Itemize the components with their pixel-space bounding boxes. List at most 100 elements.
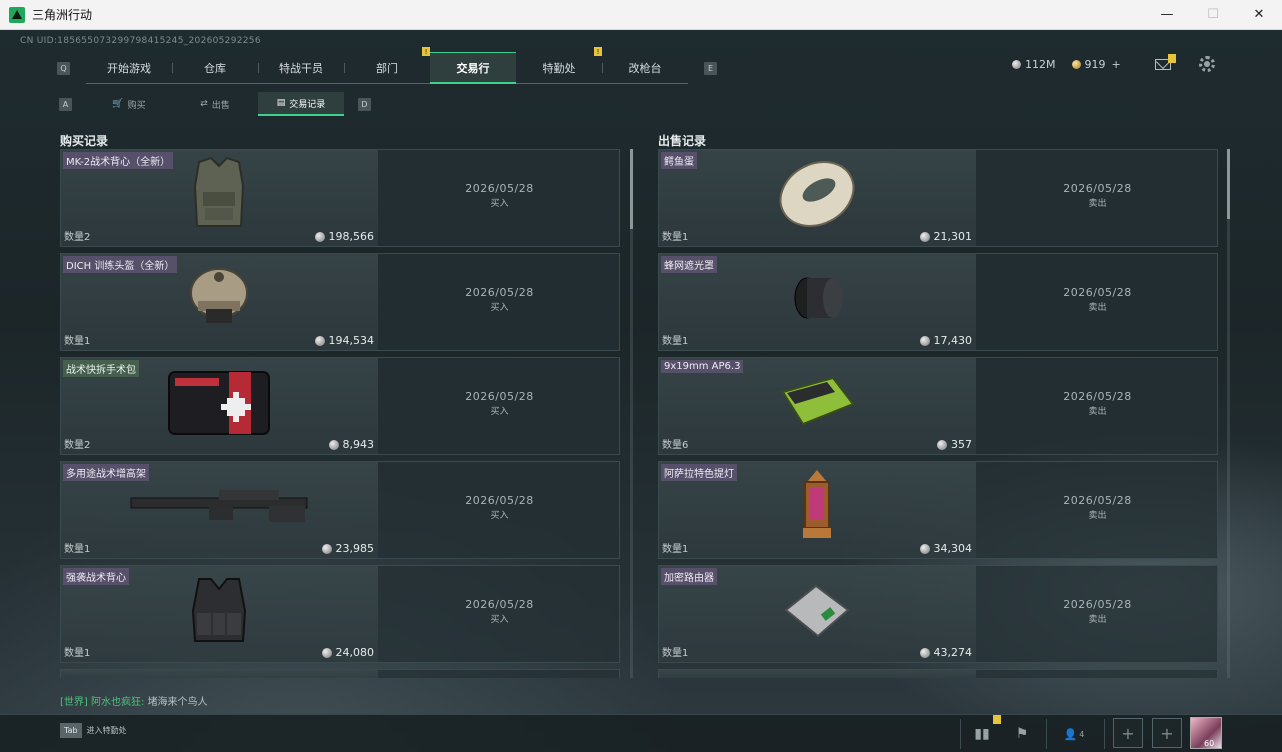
trade-type: 买入 — [490, 615, 509, 625]
item-quantity: 数量1 — [64, 336, 91, 347]
lantern-item-image — [797, 468, 837, 548]
sell-records-title: 出售记录 — [658, 134, 707, 148]
enter-special-ops-hint[interactable]: Tab 进入特勤处 — [60, 723, 127, 738]
rail-item-image — [129, 486, 309, 530]
tab-key-hint: Tab — [60, 723, 82, 738]
subnav-prev-key-hint[interactable]: A — [59, 97, 72, 111]
world-chat-line[interactable]: [世界] 阿水也疯狂: 堵海来个鸟人 — [60, 693, 208, 708]
flag-icon[interactable]: ⚑ — [1006, 719, 1038, 749]
minimize-button[interactable]: — — [1144, 0, 1190, 30]
sell-list-scroll-thumb[interactable] — [1227, 149, 1230, 219]
cart-icon: 🛒 — [112, 99, 124, 109]
close-button[interactable]: ✕ — [1236, 0, 1282, 30]
trade-record-row[interactable]: MK-2战术背心（全新） 数量2 198,566 2026/05/28 买入 — [60, 149, 620, 247]
subnav-next-key-hint[interactable]: D — [358, 97, 371, 111]
trade-subnav: A 🛒 购买 ⇄ 出售 ▤ 交易记录 D — [59, 92, 371, 116]
invite-slot-button[interactable]: + — [1152, 718, 1182, 748]
vest-item-image — [189, 156, 249, 236]
nav-tab[interactable]: 特勤处! — [516, 47, 602, 84]
item-thumbnail-pane — [61, 670, 378, 678]
settings-gear-icon[interactable] — [1199, 56, 1215, 72]
item-price-value: 34,304 — [933, 542, 973, 555]
item-price: 21,301 — [919, 230, 973, 243]
subnav-tab[interactable]: ▤ 交易记录 — [258, 92, 344, 116]
trade-record-row[interactable]: 鳄鱼蛋 数量1 21,301 2026/05/28 卖出 — [658, 149, 1218, 247]
nav-tab-label: 改枪台 — [628, 62, 662, 75]
item-quantity: 数量6 — [662, 440, 689, 451]
nav-tab-label: 特勤处 — [542, 62, 576, 75]
silver-coin-icon — [919, 335, 930, 346]
item-price: 23,985 — [321, 542, 374, 555]
nav-tab[interactable]: 改枪台 — [602, 52, 688, 84]
trade-type: 卖出 — [1088, 199, 1107, 209]
trade-record-row[interactable]: 阿萨拉特色提灯 数量1 34,304 2026/05/28 卖出 — [658, 461, 1218, 559]
trade-record-row[interactable]: 强袭战术背心 数量1 24,080 2026/05/28 买入 — [60, 565, 620, 663]
item-price-value: 357 — [951, 438, 972, 451]
subnav-tab[interactable]: 🛒 购买 — [86, 92, 172, 116]
nav-tab-label: 开始游戏 — [107, 62, 151, 75]
chat-channel: [世界] — [60, 697, 88, 708]
nav-tab[interactable]: 开始游戏 — [86, 52, 172, 84]
trade-date: 2026/05/28 — [465, 390, 534, 403]
buy-list-scroll-thumb[interactable] — [630, 149, 633, 229]
nav-tab[interactable]: 仓库 — [172, 52, 258, 84]
nav-tab[interactable]: 部门! — [344, 47, 430, 84]
trade-date: 2026/05/28 — [1063, 286, 1132, 299]
trade-record-row[interactable]: 9x19mm AP6.3 数量6 357 2026/05/28 卖出 — [658, 357, 1218, 455]
item-price-value: 194,534 — [328, 334, 375, 347]
silver-coin-icon — [919, 231, 930, 242]
invite-slot-button[interactable]: + — [1113, 718, 1143, 748]
nav-next-key-hint[interactable]: E — [704, 61, 717, 75]
trade-type: 买入 — [490, 407, 509, 417]
friends-icon[interactable]: 👤 4 — [1058, 719, 1090, 749]
trade-record-row[interactable]: 加密路由器 数量1 43,274 2026/05/28 卖出 — [658, 565, 1218, 663]
add-currency-button[interactable]: + — [1112, 58, 1121, 71]
trade-record-row[interactable]: 蜂网遮光罩 数量1 17,430 2026/05/28 卖出 — [658, 253, 1218, 351]
stats-badge — [993, 715, 1001, 724]
trade-date: 2026/05/28 — [465, 286, 534, 299]
item-price-value: 21,301 — [933, 230, 973, 243]
sell-records-list[interactable]: 鳄鱼蛋 数量1 21,301 2026/05/28 卖出 蜂网遮光罩 数量1 17,430 20… — [658, 149, 1232, 678]
trade-record-row[interactable]: DICH 训练头盔（全新） 数量1 194,534 2026/05/28 买入 — [60, 253, 620, 351]
subnav-tab-label: 出售 — [211, 100, 230, 111]
window-title: 三角洲行动 — [32, 8, 93, 22]
trade-date: 2026/05/28 — [1063, 598, 1132, 611]
trade-record-row[interactable]: 多用途战术增高架 数量1 23,985 2026/05/28 买入 — [60, 461, 620, 559]
subnav-tab[interactable]: ⇄ 出售 — [172, 92, 258, 116]
silver-coin-icon — [937, 439, 947, 450]
silver-coin-icon — [321, 647, 332, 658]
item-name: 加密路由器 — [661, 568, 717, 585]
item-price: 34,304 — [919, 542, 973, 555]
gold-currency: 919 + — [1071, 58, 1121, 71]
bottom-divider — [1104, 719, 1105, 749]
item-thumbnail-pane — [659, 670, 976, 678]
silver-coin-icon — [314, 231, 325, 242]
trade-type: 卖出 — [1088, 407, 1107, 417]
maximize-button[interactable]: ☐ — [1190, 0, 1236, 30]
buy-records-list[interactable]: MK-2战术背心（全新） 数量2 198,566 2026/05/28 买入 DICH 训… — [60, 149, 634, 678]
friends-count: 4 — [1079, 729, 1085, 739]
trade-record-row[interactable]: 战术快拆手术包 数量2 8,943 2026/05/28 买入 — [60, 357, 620, 455]
window-titlebar: 三角洲行动 — ☐ ✕ — [0, 0, 1282, 30]
item-price: 198,566 — [314, 230, 375, 243]
trade-date: 2026/05/28 — [465, 494, 534, 507]
item-name: 蜂网遮光罩 — [661, 256, 717, 273]
nav-tab[interactable]: 交易行 — [430, 52, 516, 84]
trade-record-row[interactable] — [658, 669, 1218, 678]
item-name: MK-2战术背心（全新） — [63, 152, 174, 169]
trade-record-row[interactable] — [60, 669, 620, 678]
item-price: 43,274 — [919, 646, 972, 659]
player-uid: CN UID:18565507329979841524​5_2026052922… — [20, 36, 261, 46]
item-name: 鳄鱼蛋 — [661, 152, 697, 169]
nav-tab-label: 交易行 — [456, 61, 490, 75]
nav-prev-key-hint[interactable]: Q — [57, 61, 70, 75]
item-price: 24,080 — [321, 646, 374, 659]
trade-date: 2026/05/28 — [465, 598, 534, 611]
buy-list-scrollbar[interactable] — [630, 149, 633, 678]
sell-list-scrollbar[interactable] — [1227, 149, 1230, 678]
subnav-tab-label: 交易记录 — [289, 99, 326, 110]
nav-tab[interactable]: 特战干员 — [258, 52, 344, 84]
item-price-value: 198,566 — [328, 230, 375, 243]
item-price: 17,430 — [919, 334, 972, 347]
ammo-item-image — [777, 374, 857, 434]
